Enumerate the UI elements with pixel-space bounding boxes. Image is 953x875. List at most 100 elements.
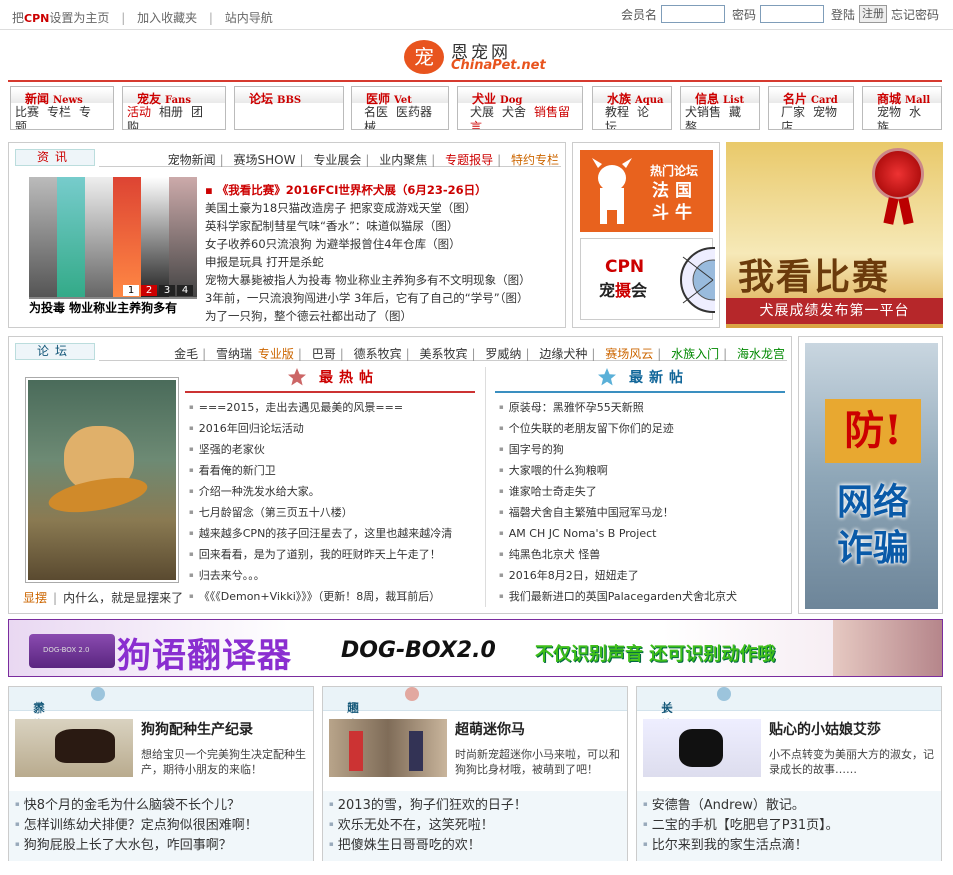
dog-box-banner[interactable]: DOG-BOX 2.0 狗语翻译器 DOG-BOX2.0 不仅识别声音 还可识别… [8,619,943,677]
forum-subnav-item[interactable]: 金毛 [174,347,198,361]
forum-photo[interactable] [25,377,179,583]
news-subnav-item[interactable]: 业内聚焦 [379,153,427,167]
hot-post-item[interactable]: 介绍一种洗发水给大家。 [189,481,473,502]
module-list-item[interactable]: 二宝的手机【吃肥皂了P31页】。 [643,814,941,834]
news-subnav-item[interactable]: 特约专栏 [511,153,559,167]
module-list-item[interactable]: 快8个月的金毛为什么脑袋不长个儿？ [15,794,313,814]
hot-forum-banner[interactable]: 热门论坛 法国斗牛 [580,150,713,232]
new-post-item[interactable]: 纯黑色北京犬 怪兽 [499,544,783,565]
nav-dog[interactable]: 犬业 Dog 犬展 犬舍 销售留言 [457,86,583,130]
add-favorite-link[interactable]: 加入收藏夹 [137,11,197,25]
register-button[interactable]: 注册 [858,5,887,23]
new-post-item[interactable]: 2016年8月2日，妞妞走了 [499,565,783,586]
forum-subnav-item[interactable]: 巴哥 [312,347,336,361]
new-post-item[interactable]: 我们最新进口的英国Palacegarden犬舍北京犬 [499,586,783,607]
forum-subnav-item[interactable]: 水族入门 [671,347,719,361]
news-item[interactable]: 3年前，一只流浪狗闯进小学 3年后，它有了自己的“学号”（图） [205,289,543,307]
username-input[interactable] [660,5,725,23]
hot-forum-label: 热门论坛 [650,164,699,178]
forum-photo-caption[interactable]: 显摆 | 内什么，就是显摆来了 [23,589,183,606]
forum-subnav-item[interactable]: 美系牧宾 [420,347,468,361]
new-post-item[interactable]: 大家喂的什么狗粮啊 [499,460,783,481]
site-navigation-link[interactable]: 站内导航 [225,11,273,25]
nav-list[interactable]: 信息 List 犬销售 藏獒 [680,86,760,130]
forum-subnav-item[interactable]: 专业版 [258,347,294,361]
module-list-item[interactable]: 2013的雪，狗子们狂欢的日子！ [329,794,627,814]
site-logo[interactable]: 宠 恩宠网 ChinaPet.net [404,38,554,78]
nav-card[interactable]: 名片 Card 厂家 宠物店 [768,86,854,130]
module-title[interactable]: 狗狗配种生产纪录 [141,719,253,739]
new-post-item[interactable]: 原装母：黑雅怀孕55天新照 [499,397,783,418]
hot-post-item[interactable]: 《《《Demon+Vikki》》》（更新！8周，裁耳前后） [189,586,473,607]
fraud-warning-banner[interactable]: 防! 网络 诈骗 [805,343,938,609]
forum-subnav-item[interactable]: 边缘犬种 [539,347,587,361]
fraud-banner-bot: 诈骗 [836,528,909,569]
slide-pager-button[interactable]: 4 [177,285,193,296]
new-post-item[interactable]: AM CH JC Noma's B Project [499,523,783,544]
hot-post-item[interactable]: 2016年回归论坛活动 [189,418,473,439]
slide-pager-button[interactable]: 2 [141,285,157,296]
nav-aqua[interactable]: 水族 Aqua 教程 论坛 [592,86,672,130]
set-homepage-link[interactable]: 把CPN设置为主页 [12,11,109,25]
news-item[interactable]: 为了一只狗，整个德云社都出动了（图） [205,307,543,325]
news-item[interactable]: 美国土豪为18只猫改造房子 把家变成游戏天堂（图） [205,199,543,217]
hot-post-item[interactable]: 七月龄留念（第三页五十八楼） [189,502,473,523]
nav-vet[interactable]: 医师 Vet 名医 医药器械 [351,86,449,130]
news-tab[interactable]: 资讯 [15,149,95,166]
hot-post-item[interactable]: 看看俺的新门卫 [189,460,473,481]
fraud-banner-mid: 网络 [836,482,909,523]
module-tab[interactable]: 长篇 关注 [649,693,673,732]
nav-fans[interactable]: 宠友 Fans 活动 相册 团购 [122,86,226,130]
module-thumb[interactable] [15,719,133,777]
forum-subnav-item[interactable]: 罗威纳 [485,347,521,361]
module-title[interactable]: 超萌迷你马 [455,719,525,739]
nav-news[interactable]: 新闻 News 比赛 专栏 专题 [10,86,114,130]
hot-post-item[interactable]: 回来看看，是为了道别，我的旺财昨天上午走了！ [189,544,473,565]
forum-subnav-item[interactable]: 海水龙宫 [737,347,785,361]
new-post-item[interactable]: 个位失联的老朋友留下你们的足迹 [499,418,783,439]
module-list-item[interactable]: 欢乐无处不在，这笑死啦！ [329,814,627,834]
module-title[interactable]: 贴心的小姑娘艾莎 [769,719,881,739]
module-thumb[interactable] [329,719,447,777]
module-list-item[interactable]: 安德鲁（Andrew）散记。 [643,794,941,814]
module-list-item[interactable]: 把傻姝生日哥哥吃的欢！ [329,834,627,854]
slide-pager-button[interactable]: 1 [123,285,139,296]
new-post-item[interactable]: 国字号的狗 [499,439,783,460]
news-subnav-item[interactable]: 专业展会 [313,153,361,167]
forum-subnav-item[interactable]: 雪纳瑞 [216,347,252,361]
news-subnav-item[interactable]: 宠物新闻 [168,153,216,167]
module-tab[interactable]: 趣事 晒宝 [335,693,359,732]
module-list-item[interactable]: 怎样训练幼犬排便？定点狗似很困难啊！ [15,814,313,834]
new-post-item[interactable]: 福磬犬舍自主繁殖中国冠军马龙！ [499,502,783,523]
slide-pager-button[interactable]: 3 [159,285,175,296]
news-item[interactable]: 女子收养60只流浪狗 为避举报曾住4年仓库（图） [205,235,543,253]
nav-bbs[interactable]: 论坛 BBS [234,86,344,130]
hot-post-item[interactable]: 越来越多CPN的孩子回汪星去了，这里也越来越冷清 [189,523,473,544]
module-desc: 小不点转变为美丽大方的淑女，记录成长的故事…… [769,748,934,776]
forum-subnav-item[interactable]: 德系牧宾 [354,347,402,361]
news-item[interactable]: 英科学家配制彗星气味“香水”：味道似猫尿（图） [205,217,543,235]
cpn-photo-club-banner[interactable]: CPN 宠摄会 [580,238,715,320]
hot-post-item[interactable]: 归去来兮。。。 [189,565,473,586]
news-subnav-item[interactable]: 专题报导 [445,153,493,167]
login-button[interactable]: 登陆 [831,6,855,23]
new-post-item[interactable]: 谁家哈士奇走失了 [499,481,783,502]
forum-subnav-item[interactable]: 赛场风云 [605,347,653,361]
module-list-item[interactable]: 比尔来到我的家生活点滴！ [643,834,941,854]
module-tab[interactable]: 养育 求知 [21,693,45,732]
hot-post-item[interactable]: 坚强的老家伙 [189,439,473,460]
news-slideshow[interactable]: 1 2 3 4 为投毒 物业称业主养狗多有 [29,177,197,317]
news-subnav-item[interactable]: 赛场SHOW [233,153,295,167]
nav-mall[interactable]: 商城 Mall 宠物 水族 [862,86,942,130]
password-input[interactable] [759,5,824,23]
module-thumb[interactable] [643,719,761,777]
forgot-password-link[interactable]: 忘记密码 [891,6,939,23]
module-list-item[interactable]: 狗狗屁股上长了大水包，咋回事啊？ [15,834,313,854]
slide-caption[interactable]: 为投毒 物业称业主养狗多有 [29,299,197,317]
news-item[interactable]: 申报是玩具 打开是杀蛇 [205,253,543,271]
news-headline[interactable]: ▪ 《我看比赛》2016FCI世界杯犬展（6月23-26日） [205,181,543,199]
news-item[interactable]: 宠物大暴毙被指人为投毒 物业称业主养狗多有不文明现象（图） [205,271,543,289]
hot-post-item[interactable]: ===2015，走出去遇见最美的风景=== [189,397,473,418]
forum-tab[interactable]: 论坛 [15,343,95,360]
competition-banner[interactable]: 我看比赛 犬展成绩发布第一平台 [726,142,943,328]
